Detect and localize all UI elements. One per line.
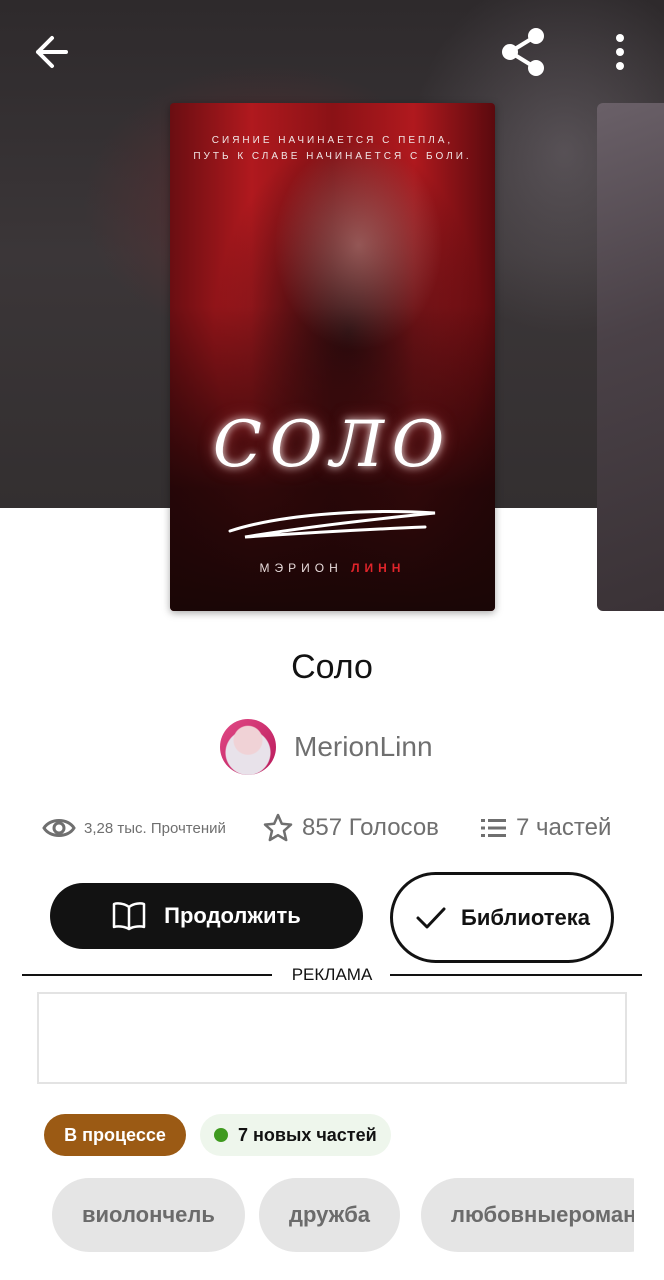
- parts-stat[interactable]: 7 частей: [480, 806, 611, 850]
- cover-tagline-line1: Сияние начинается с пепла,: [211, 135, 454, 146]
- stats-row: 3,28 тыс. Прочтений 857 Голосов 7 частей: [0, 806, 664, 850]
- new-indicator-dot: [214, 1128, 228, 1142]
- continue-label: Продолжить: [164, 903, 301, 928]
- reads-count: 3,28 тыс. Прочтений: [84, 819, 226, 837]
- author-row[interactable]: MerionLinn: [220, 718, 433, 776]
- arrow-left-icon: [36, 36, 68, 68]
- ad-divider: РЕКЛАМА: [22, 965, 642, 985]
- more-vertical-icon: [616, 34, 624, 70]
- list-icon: [481, 819, 506, 837]
- tag-chip[interactable]: виолончель: [52, 1178, 245, 1252]
- book-title: Соло: [291, 648, 373, 686]
- library-label: Библиотека: [461, 904, 591, 930]
- star-icon: [263, 813, 293, 842]
- eye-icon: [42, 819, 76, 837]
- open-book-icon: [112, 902, 146, 931]
- new-parts-badge: 7 новых частей: [200, 1114, 391, 1156]
- more-options-button[interactable]: [600, 28, 640, 76]
- cover-author-last: ЛИНН: [351, 561, 406, 575]
- cover-author-first: МЭРИОН: [259, 561, 343, 575]
- author-name[interactable]: MerionLinn: [294, 731, 433, 763]
- reads-stat: 3,28 тыс. Прочтений: [42, 806, 226, 850]
- parts-count: 7 частей: [516, 814, 612, 841]
- tags-row: виолончель дружба любовныероман: [0, 1178, 634, 1252]
- votes-stat: 857 Голосов: [262, 806, 439, 850]
- tag-chip[interactable]: дружба: [259, 1178, 401, 1252]
- ad-divider-line-left: [22, 974, 272, 976]
- library-button[interactable]: Библиотека: [390, 872, 614, 963]
- cover-author: МЭРИОН ЛИНН: [170, 561, 495, 575]
- share-icon: [502, 28, 544, 76]
- next-book-cover[interactable]: [597, 103, 664, 611]
- cover-tagline-line2: путь к славе начинается с боли.: [193, 151, 472, 162]
- ad-divider-line-right: [390, 974, 642, 976]
- avatar[interactable]: [220, 719, 276, 775]
- status-badge: В процессе: [44, 1114, 186, 1156]
- cover-title: СОЛО: [212, 408, 453, 482]
- book-cover[interactable]: Сияние начинается с пепла, путь к славе …: [170, 103, 495, 611]
- votes-count: 857 Голосов: [302, 814, 439, 841]
- cover-tagline: Сияние начинается с пепла, путь к славе …: [170, 133, 495, 165]
- back-button[interactable]: [26, 30, 78, 74]
- continue-reading-button[interactable]: Продолжить: [50, 883, 363, 949]
- share-button[interactable]: [496, 24, 552, 80]
- ad-placeholder[interactable]: [37, 992, 627, 1084]
- checkmark-icon: [416, 907, 446, 928]
- new-parts-label: 7 новых частей: [238, 1124, 377, 1145]
- cover-underline-scribble: [228, 510, 436, 539]
- ad-label: РЕКЛАМА: [291, 965, 373, 984]
- tag-chip[interactable]: любовныероман: [421, 1178, 634, 1252]
